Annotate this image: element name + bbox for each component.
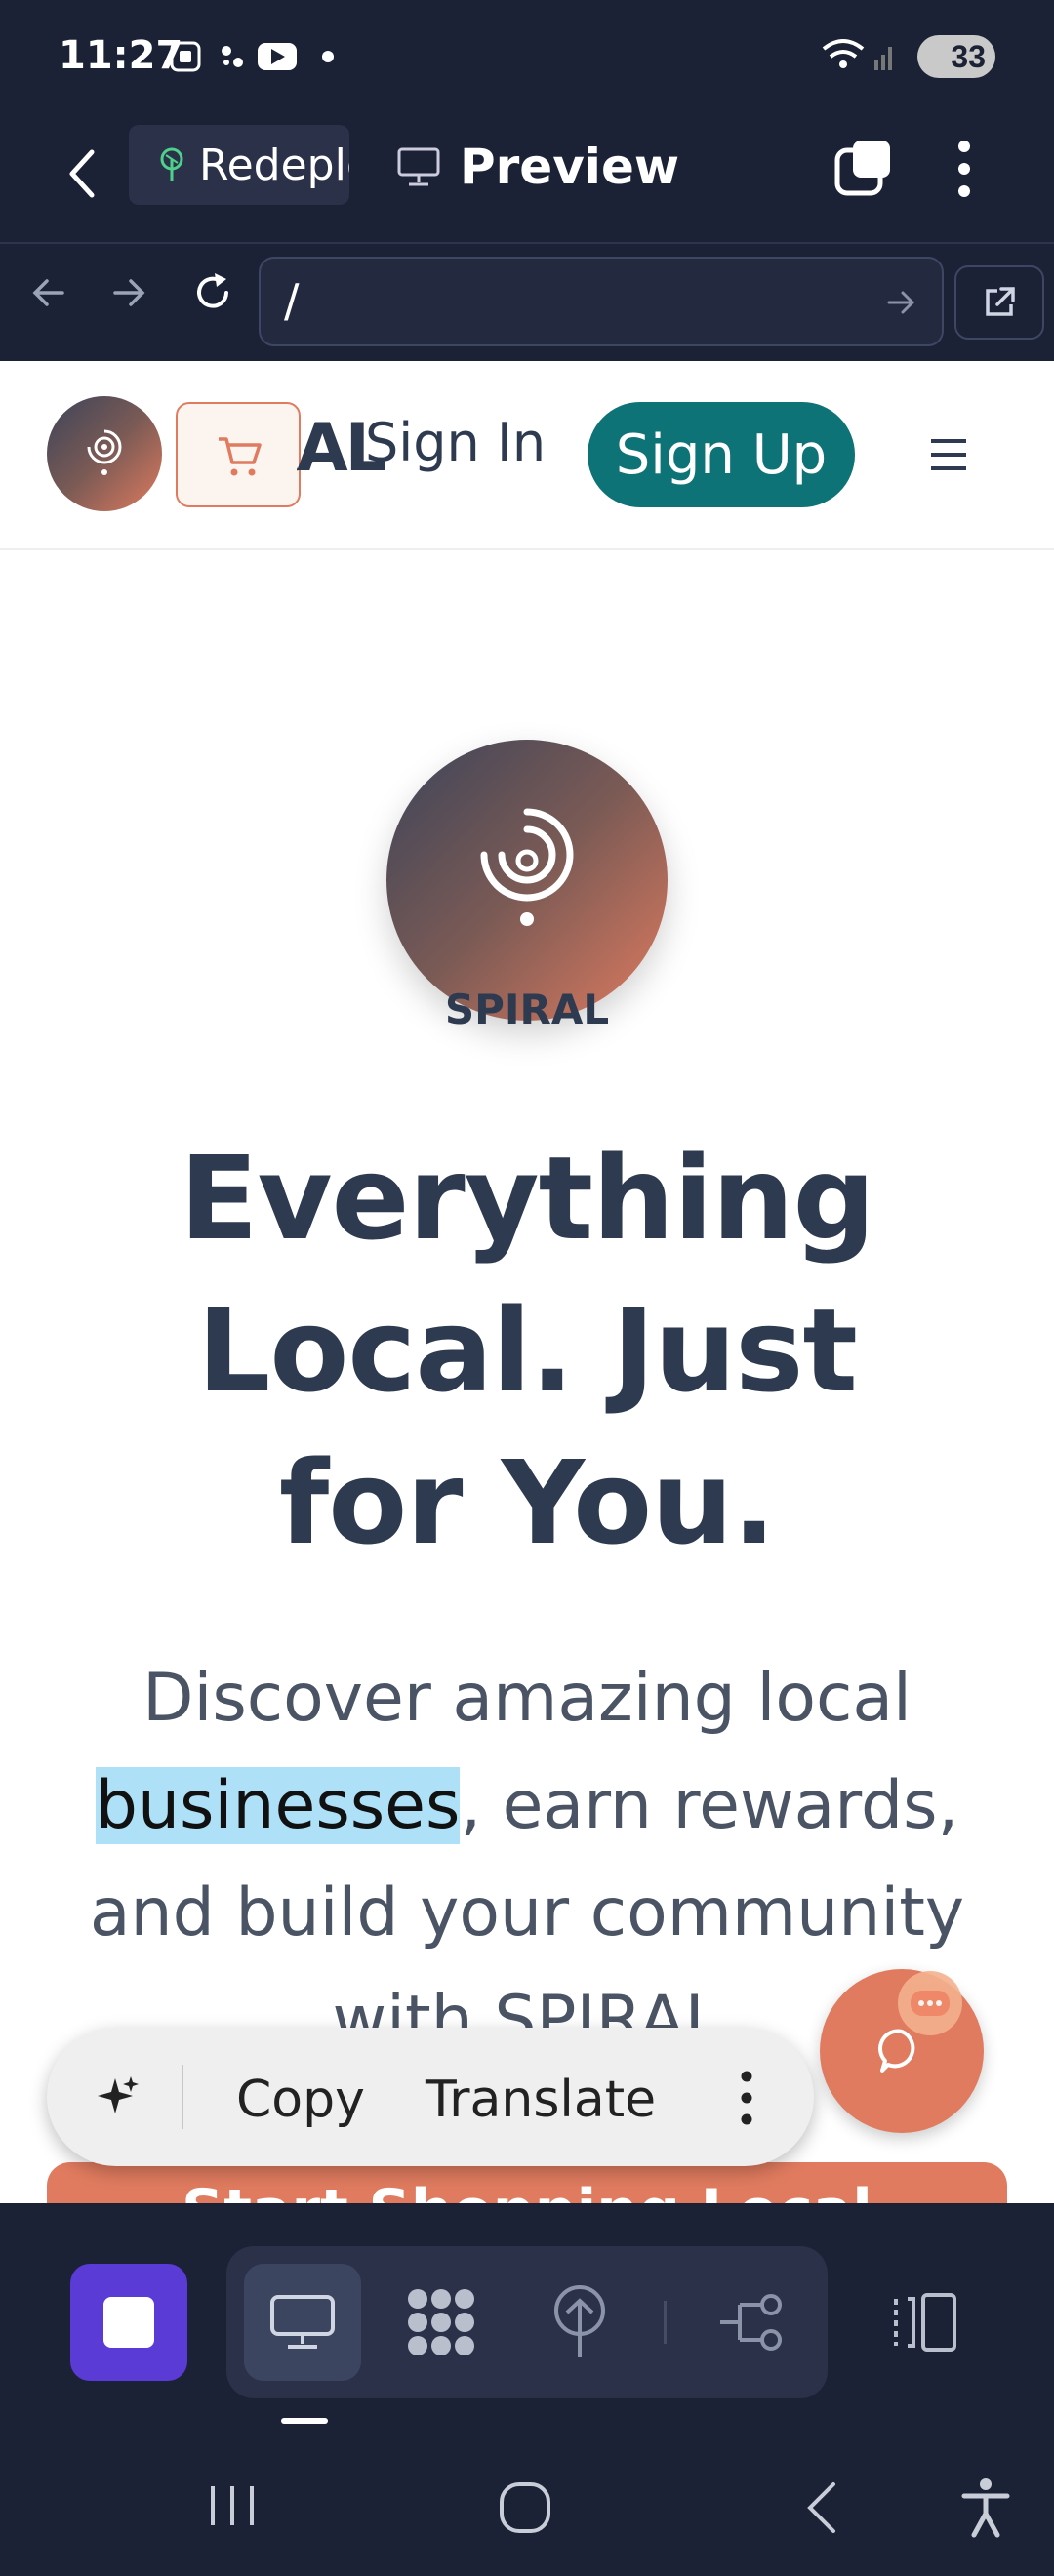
- status-time: 11:27: [59, 33, 183, 78]
- desktop-view-button[interactable]: [244, 2264, 361, 2381]
- branch-icon: [720, 2294, 782, 2351]
- hero-logo-label: SPIRAL: [444, 986, 610, 1033]
- hero-subtitle-line-1: Discover amazing local: [142, 1660, 912, 1737]
- stop-button[interactable]: [70, 2264, 187, 2381]
- ellipsis-bubble-icon: [911, 1991, 950, 2016]
- hero-title-line-2: Local. Just: [197, 1283, 858, 1418]
- url-text: /: [284, 274, 300, 327]
- components-button[interactable]: [383, 2264, 500, 2381]
- battery-indicator: 33: [917, 35, 995, 78]
- nav-back-arrow-icon[interactable]: [27, 271, 70, 314]
- external-link-icon: [986, 287, 1015, 316]
- chat-button[interactable]: [820, 1969, 984, 2133]
- system-nav-bar: [0, 2437, 1054, 2576]
- accessibility-icon[interactable]: [956, 2475, 1015, 2541]
- toolbar-divider: [664, 2301, 667, 2344]
- active-indicator: [281, 2418, 328, 2424]
- system-back-icon[interactable]: [798, 2478, 847, 2537]
- tab-redeploy-label: Redeploy: [199, 140, 349, 190]
- tab-redeploy[interactable]: Redeploy: [129, 125, 349, 205]
- sign-in-link[interactable]: Sign In: [365, 412, 546, 473]
- subtitle-rest: , earn rewards,: [460, 1767, 959, 1844]
- grid-blob-icon: [408, 2289, 474, 2355]
- go-arrow-icon[interactable]: [885, 286, 918, 319]
- back-arrow-icon[interactable]: [59, 144, 107, 203]
- spiral-logo-icon: [87, 429, 122, 475]
- battery-level: 33: [951, 38, 986, 74]
- more-options-icon[interactable]: [732, 2067, 761, 2129]
- text-selection-menu: Copy Translate: [47, 2028, 814, 2166]
- copy-window-icon[interactable]: [831, 137, 896, 201]
- bottom-toolbar: [0, 2203, 1054, 2437]
- selected-text[interactable]: businesses: [95, 1767, 461, 1844]
- status-bar: 11:27 33: [0, 0, 1054, 115]
- tab-preview-label: Preview: [460, 139, 680, 195]
- recent-apps-icon[interactable]: [205, 2480, 260, 2531]
- hero-title-line-1: Everything: [179, 1131, 875, 1266]
- forward-arrow-icon[interactable]: [107, 271, 150, 314]
- sparkle-icon[interactable]: [96, 2074, 141, 2119]
- kebab-icon[interactable]: [945, 135, 984, 203]
- chat-notification: [898, 1971, 962, 2035]
- monitor-icon: [270, 2295, 335, 2349]
- monitor-icon: [397, 147, 440, 186]
- web-page-viewport: SPIRAL Sign In Sign Up SPIRAL Everything…: [0, 361, 1054, 2203]
- stop-icon: [103, 2297, 154, 2348]
- translate-menu-item[interactable]: Translate: [426, 2071, 656, 2129]
- home-icon[interactable]: [496, 2478, 554, 2537]
- hero-subtitle-line-3: and build your community: [89, 1874, 965, 1952]
- hero-spiral-icon: [480, 808, 574, 926]
- url-input[interactable]: /: [259, 257, 944, 346]
- sign-up-button[interactable]: Sign Up: [588, 402, 855, 507]
- deploy-button[interactable]: [521, 2264, 638, 2381]
- hamburger-icon[interactable]: [927, 435, 970, 474]
- app-top-bar: Redeploy Preview: [0, 115, 1054, 242]
- workflow-button[interactable]: [693, 2264, 810, 2381]
- brand-logo[interactable]: [47, 396, 162, 511]
- split-view-icon[interactable]: [886, 2285, 960, 2359]
- hero-logo: [386, 740, 668, 1021]
- view-switcher: [226, 2246, 828, 2398]
- cta-button[interactable]: Start Shopping Local: [47, 2162, 1007, 2203]
- menu-divider: [182, 2065, 183, 2129]
- site-header: SPIRAL Sign In Sign Up: [0, 361, 1054, 550]
- tree-icon: [554, 2285, 605, 2357]
- hero-title-line-3: for You.: [278, 1435, 776, 1570]
- wifi-signal-icon: [822, 39, 892, 70]
- status-notification-icons: [170, 41, 334, 72]
- tab-preview[interactable]: Preview: [395, 133, 679, 201]
- hero-subtitle-line-2: businesses, earn rewards,: [39, 1752, 1015, 1860]
- external-link-button[interactable]: [954, 265, 1044, 340]
- cart-icon: [219, 437, 262, 476]
- tree-icon: [160, 147, 183, 181]
- cart-button[interactable]: [176, 402, 301, 507]
- copy-menu-item[interactable]: Copy: [236, 2071, 365, 2129]
- reload-icon[interactable]: [189, 269, 236, 316]
